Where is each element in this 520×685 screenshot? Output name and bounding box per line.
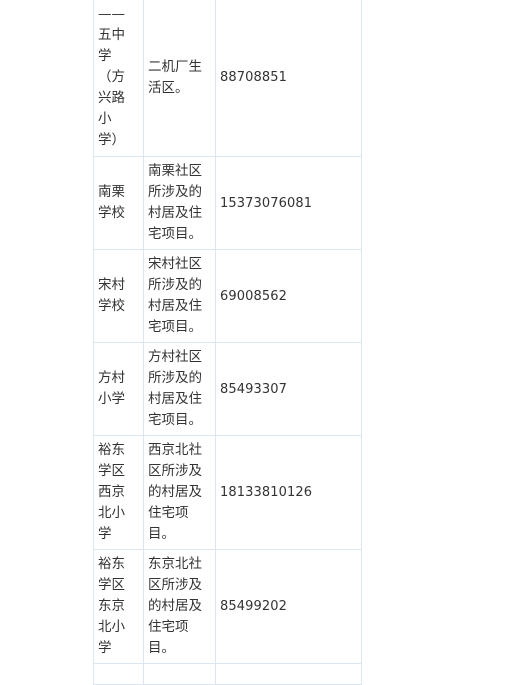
phone-number: 88708851 <box>220 70 287 85</box>
phone-cell: 15373076081 <box>215 156 362 250</box>
service-area-cell: 东京北社区所涉及的村居及住宅项目。 <box>143 549 216 664</box>
school-name-cell: 裕东学区西京北小学 <box>93 435 144 550</box>
school-name: 裕东学区西京北小学 <box>98 442 125 542</box>
school-name-cell: ——五中学（方兴路小学） <box>93 0 144 157</box>
school-name-cell: 南栗学校 <box>93 156 144 250</box>
phone-number: 15373076081 <box>220 195 313 211</box>
phone-number: 69008562 <box>220 288 287 304</box>
table-row: 南栗学校 南栗社区所涉及的村居及住宅项目。 15373076081 <box>93 156 362 250</box>
phone-cell <box>215 663 362 685</box>
school-district-table-container: ——五中学（方兴路小学） 二机厂生活区。 88708851 南栗学校 南栗社区所… <box>93 0 362 685</box>
service-area-cell: 宋村社区所涉及的村居及住宅项目。 <box>143 249 216 343</box>
school-name-cell <box>93 663 144 685</box>
phone-number: 18133810126 <box>220 485 313 500</box>
school-name: 南栗学校 <box>98 184 125 221</box>
service-area: 西京北社区所涉及的村居及住宅项目。 <box>148 442 202 542</box>
service-area: 二机厂生活区。 <box>148 58 202 96</box>
school-name-cell: 宋村学校 <box>93 249 144 343</box>
phone-cell: 69008562 <box>215 249 362 343</box>
phone-number: 85499202 <box>220 599 287 614</box>
phone-number: 85493307 <box>220 381 287 397</box>
school-name: 宋村学校 <box>98 277 125 314</box>
service-area-cell: 二机厂生活区。 <box>143 0 216 157</box>
school-name: ——五中学（方兴路小学） <box>98 6 125 148</box>
school-district-table: ——五中学（方兴路小学） 二机厂生活区。 88708851 南栗学校 南栗社区所… <box>93 0 362 685</box>
service-area-cell <box>143 663 216 685</box>
service-area: 方村社区所涉及的村居及住宅项目。 <box>148 349 202 428</box>
table-row: 方村小学 方村社区所涉及的村居及住宅项目。 85493307 <box>93 342 362 436</box>
table-row: 裕东学区东京北小学 东京北社区所涉及的村居及住宅项目。 85499202 <box>93 549 362 664</box>
table-row: 宋村学校 宋村社区所涉及的村居及住宅项目。 69008562 <box>93 249 362 343</box>
table-row-partial <box>93 663 362 685</box>
table-row: ——五中学（方兴路小学） 二机厂生活区。 88708851 <box>93 0 362 157</box>
service-area-cell: 南栗社区所涉及的村居及住宅项目。 <box>143 156 216 250</box>
school-name-cell: 方村小学 <box>93 342 144 436</box>
service-area: 东京北社区所涉及的村居及住宅项目。 <box>148 556 202 656</box>
phone-cell: 88708851 <box>215 0 362 157</box>
phone-cell: 85499202 <box>215 549 362 664</box>
phone-cell: 18133810126 <box>215 435 362 550</box>
service-area: 宋村社区所涉及的村居及住宅项目。 <box>148 256 202 335</box>
service-area-cell: 西京北社区所涉及的村居及住宅项目。 <box>143 435 216 550</box>
service-area: 南栗社区所涉及的村居及住宅项目。 <box>148 163 202 242</box>
school-name: 方村小学 <box>98 370 125 407</box>
phone-cell: 85493307 <box>215 342 362 436</box>
school-name-cell: 裕东学区东京北小学 <box>93 549 144 664</box>
school-name: 裕东学区东京北小学 <box>98 556 125 656</box>
service-area-cell: 方村社区所涉及的村居及住宅项目。 <box>143 342 216 436</box>
table-row: 裕东学区西京北小学 西京北社区所涉及的村居及住宅项目。 18133810126 <box>93 435 362 550</box>
